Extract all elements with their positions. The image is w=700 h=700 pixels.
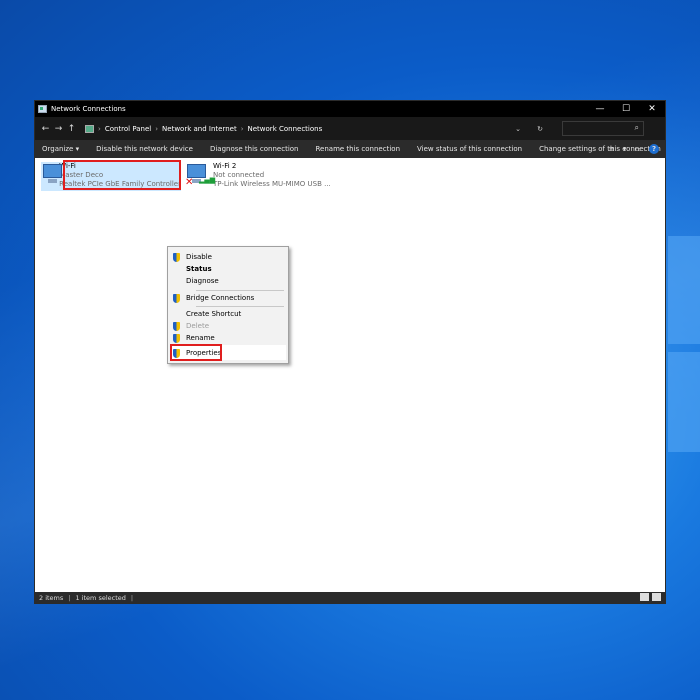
connection-adapter: TP-Link Wireless MU-MIMO USB ... <box>213 180 331 188</box>
breadcrumb-separator: › <box>155 124 159 133</box>
preview-pane-icon[interactable]: ▭ <box>634 145 641 153</box>
network-connections-icon <box>38 105 47 113</box>
desktop-logo-pane <box>668 236 700 344</box>
status-view-buttons <box>637 593 661 601</box>
menu-item-bridge-connections[interactable]: Bridge Connections <box>168 292 288 304</box>
menu-item-label: Delete <box>186 322 209 330</box>
context-menu: Disable Status Diagnose Bridge Connectio… <box>167 246 289 364</box>
signal-bars-icon: ▂▄▆ <box>199 176 216 184</box>
minimize-button[interactable]: — <box>587 101 613 117</box>
disconnected-x-icon: ✕ <box>185 177 194 188</box>
address-dropdown-icon[interactable]: ⌄ <box>507 125 529 133</box>
network-adapter-icon <box>41 162 62 186</box>
menu-separator <box>196 290 284 291</box>
monitor-icon <box>43 164 62 183</box>
window-controls: — ☐ ✕ <box>587 101 665 117</box>
large-icons-view-icon[interactable] <box>652 593 661 601</box>
properties-highlight-box <box>170 344 222 361</box>
connections-list: Wi-Fi Master Deco Realtek PCIe GbE Famil… <box>35 158 665 592</box>
menu-item-diagnose[interactable]: Diagnose <box>168 275 288 287</box>
menu-item-status[interactable]: Status <box>168 263 288 275</box>
breadcrumb-network-connections[interactable]: Network Connections <box>248 125 323 133</box>
change-view-icon[interactable]: ≡ <box>609 145 615 153</box>
breadcrumb-network-and-internet[interactable]: Network and Internet <box>162 125 237 133</box>
network-adapter-icon: ✕ ▂▄▆ <box>185 162 215 188</box>
search-icon: ⌕ <box>634 123 639 132</box>
menu-item-label: Disable <box>186 253 212 261</box>
status-divider: | <box>130 593 134 602</box>
close-button[interactable]: ✕ <box>639 101 665 117</box>
connection-item-wifi-2[interactable]: ✕ ▂▄▆ Wi-Fi 2 Not connected TP-Link Wire… <box>185 162 331 189</box>
uac-shield-icon <box>172 293 181 303</box>
details-view-icon[interactable] <box>640 593 649 601</box>
menu-item-delete: Delete <box>168 320 288 332</box>
view-controls: ≡ ▾ ▭ ? <box>601 140 659 158</box>
connection-network: Not connected <box>213 171 265 179</box>
refresh-icon[interactable]: ↻ <box>529 125 551 133</box>
uac-shield-icon <box>172 321 181 331</box>
up-arrow-icon[interactable]: ↑ <box>65 124 78 134</box>
command-bar: Organize ▾ Disable this network device D… <box>35 140 665 158</box>
status-divider: | <box>68 593 71 602</box>
network-connections-window: Network Connections — ☐ ✕ ← → ↑ › Contro… <box>34 100 666 604</box>
back-arrow-icon[interactable]: ← <box>39 124 52 134</box>
maximize-button[interactable]: ☐ <box>613 101 639 117</box>
menu-item-label: Create Shortcut <box>186 310 242 318</box>
menu-item-label: Bridge Connections <box>186 294 255 302</box>
menu-item-rename[interactable]: Rename <box>168 332 288 344</box>
breadcrumb-control-panel[interactable]: Control Panel <box>105 125 151 133</box>
address-actions: ⌄ ↻ <box>507 122 551 135</box>
menu-item-disable[interactable]: Disable <box>168 251 288 263</box>
menu-separator <box>196 306 284 307</box>
control-panel-icon <box>85 124 94 133</box>
view-status-button[interactable]: View status of this connection <box>417 145 522 153</box>
menu-item-label: Diagnose <box>186 277 219 285</box>
uac-shield-icon <box>172 252 181 262</box>
title-bar: Network Connections — ☐ ✕ <box>35 101 665 117</box>
diagnose-button[interactable]: Diagnose this connection <box>210 145 299 153</box>
menu-item-label: Status <box>186 265 212 273</box>
window-title: Network Connections <box>51 105 126 113</box>
help-icon[interactable]: ? <box>649 144 659 154</box>
wifi-highlight-box <box>63 160 181 190</box>
breadcrumb-separator: › <box>98 124 101 133</box>
menu-item-label: Rename <box>186 334 215 342</box>
uac-shield-icon <box>172 333 181 343</box>
item-count: 2 items <box>39 593 64 602</box>
status-bar: 2 items | 1 item selected | <box>35 592 665 603</box>
connection-details: Wi-Fi 2 Not connected TP-Link Wireless M… <box>213 162 331 189</box>
address-row: ← → ↑ › Control Panel › Network and Inte… <box>35 117 665 140</box>
disable-device-button[interactable]: Disable this network device <box>96 145 193 153</box>
menu-item-create-shortcut[interactable]: Create Shortcut <box>168 308 288 320</box>
search-input[interactable]: ⌕ <box>562 121 644 136</box>
desktop-logo-pane <box>668 352 700 452</box>
view-dropdown-icon[interactable]: ▾ <box>623 145 627 153</box>
organize-button[interactable]: Organize ▾ <box>42 145 79 153</box>
connection-name: Wi-Fi 2 <box>213 162 237 170</box>
selected-count: 1 item selected <box>75 593 126 602</box>
address-bar[interactable]: › Control Panel › Network and Internet ›… <box>82 121 552 136</box>
forward-arrow-icon[interactable]: → <box>52 124 65 134</box>
breadcrumb-separator: › <box>240 124 244 133</box>
rename-button[interactable]: Rename this connection <box>316 145 401 153</box>
